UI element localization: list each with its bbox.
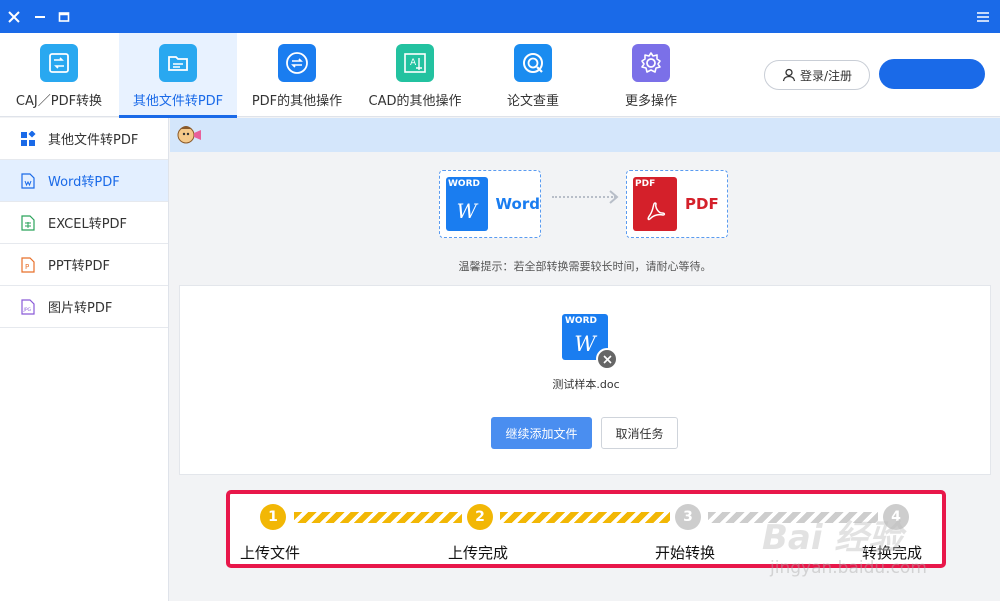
remove-file-button[interactable] xyxy=(596,348,618,370)
step-4-circle: 4 xyxy=(883,504,909,530)
file-name: 测试样本.doc xyxy=(552,378,620,391)
target-format-box: PDF PDF xyxy=(626,170,728,238)
step-1-circle: 1 xyxy=(260,504,286,530)
word-doc-icon: WORD W xyxy=(446,177,488,231)
tool-label: PDF的其他操作 xyxy=(251,94,343,109)
menu-button[interactable] xyxy=(972,0,994,33)
close-icon xyxy=(8,10,20,23)
maximize-icon xyxy=(58,11,70,22)
svg-text:A: A xyxy=(410,58,417,68)
step-4-label: 转换完成 xyxy=(862,544,923,562)
folder-icon xyxy=(159,44,197,82)
step-1-bar xyxy=(294,512,462,523)
sidebar-item-label: 其他文件转PDF xyxy=(48,133,139,148)
caj-pdf-icon xyxy=(40,44,78,82)
target-format-label: PDF xyxy=(685,195,719,213)
step-2-bar xyxy=(500,512,670,523)
sidebar-item-ppt-to-pdf[interactable]: P PPT转PDF xyxy=(0,244,168,286)
add-more-files-button[interactable]: 继续添加文件 xyxy=(491,417,592,449)
tool-label: 更多操作 xyxy=(624,94,677,109)
svg-text:P: P xyxy=(25,263,29,271)
main-content: WORD W Word PDF PDF 温馨提示：若全部转换需要较长时间，请耐心… xyxy=(170,118,1000,601)
source-format-box: WORD W Word xyxy=(439,170,541,238)
tool-pdf-other-ops[interactable]: PDF的其他操作 xyxy=(238,33,356,117)
step-3-bar xyxy=(708,512,878,523)
sidebar-item-label: EXCEL转PDF xyxy=(48,217,128,232)
step-3-circle: 3 xyxy=(675,504,701,530)
gear-icon xyxy=(632,44,670,82)
file-tag: WORD xyxy=(565,316,597,326)
sidebar-item-word-to-pdf[interactable]: Word转PDF xyxy=(0,160,168,202)
tool-paper-check[interactable]: 论文查重 xyxy=(474,33,592,117)
minimize-button[interactable] xyxy=(30,0,50,33)
acrobat-icon xyxy=(647,202,666,221)
main-toolbar: CAJ／PDF转换 其他文件转PDF PDF的其他操作 A CAD的其他操作 论… xyxy=(0,33,1000,118)
doc-tag: WORD xyxy=(448,179,480,189)
doc-letter: W xyxy=(456,199,478,223)
step-1-label: 上传文件 xyxy=(240,544,301,562)
step-2-circle: 2 xyxy=(467,504,493,530)
hamburger-menu-icon xyxy=(977,11,989,22)
upload-panel: WORD W 测试样本.doc 继续添加文件 取消任务 xyxy=(179,285,991,475)
svg-text:JPG: JPG xyxy=(23,307,32,313)
minimize-icon xyxy=(35,15,45,18)
ppt-file-icon: P xyxy=(20,256,36,273)
doc-tag: PDF xyxy=(635,179,656,189)
pdf-convert-icon xyxy=(278,44,316,82)
notice-banner xyxy=(170,118,1000,152)
cad-icon: A xyxy=(396,44,434,82)
source-format-label: Word xyxy=(495,195,540,213)
step-3-label: 开始转换 xyxy=(655,544,716,562)
login-label: 登录/注册 xyxy=(799,68,853,83)
primary-action-button[interactable] xyxy=(879,59,985,89)
tip-text: 温馨提示：若全部转换需要较长时间，请耐心等待。 xyxy=(458,260,712,273)
tool-label: CAD的其他操作 xyxy=(368,94,462,109)
search-check-icon xyxy=(514,44,552,82)
step-2-label: 上传完成 xyxy=(448,544,509,562)
tool-cad-other-ops[interactable]: A CAD的其他操作 xyxy=(356,33,474,117)
close-button[interactable] xyxy=(4,0,24,33)
cancel-task-button[interactable]: 取消任务 xyxy=(601,417,678,449)
tool-other-to-pdf[interactable]: 其他文件转PDF xyxy=(119,33,237,118)
pdf-doc-icon: PDF xyxy=(633,177,677,231)
sidebar-item-other-to-pdf[interactable]: 其他文件转PDF xyxy=(0,118,168,160)
sidebar-item-label: 图片转PDF xyxy=(48,301,113,316)
arrow-right-icon xyxy=(609,190,619,204)
sidebar: 其他文件转PDF Word转PDF EXCEL转PDF P PPT转PDF JP… xyxy=(0,118,169,601)
tool-label: 其他文件转PDF xyxy=(132,94,224,109)
login-register-button[interactable]: 登录/注册 xyxy=(764,60,870,90)
conversion-arrow xyxy=(552,196,616,198)
close-icon xyxy=(602,354,612,364)
tool-caj-pdf-convert[interactable]: CAJ／PDF转换 xyxy=(0,33,118,117)
tool-more-ops[interactable]: 更多操作 xyxy=(592,33,710,117)
sidebar-item-excel-to-pdf[interactable]: EXCEL转PDF xyxy=(0,202,168,244)
progress-steps: 1 2 3 4 上传文件 上传完成 开始转换 转换完成 xyxy=(226,490,946,568)
word-file-icon xyxy=(20,172,36,189)
sidebar-item-image-to-pdf[interactable]: JPG 图片转PDF xyxy=(0,286,168,328)
maximize-button[interactable] xyxy=(54,0,74,33)
sidebar-item-label: Word转PDF xyxy=(48,175,120,190)
tool-label: 论文查重 xyxy=(506,94,559,109)
title-bar xyxy=(0,0,1000,33)
tool-label: CAJ／PDF转换 xyxy=(15,94,103,109)
mascot-icon xyxy=(176,123,202,147)
sidebar-item-label: PPT转PDF xyxy=(48,259,110,274)
excel-file-icon xyxy=(20,214,36,231)
image-file-icon: JPG xyxy=(20,298,36,315)
user-icon xyxy=(782,68,796,82)
grid-icon xyxy=(20,130,36,147)
